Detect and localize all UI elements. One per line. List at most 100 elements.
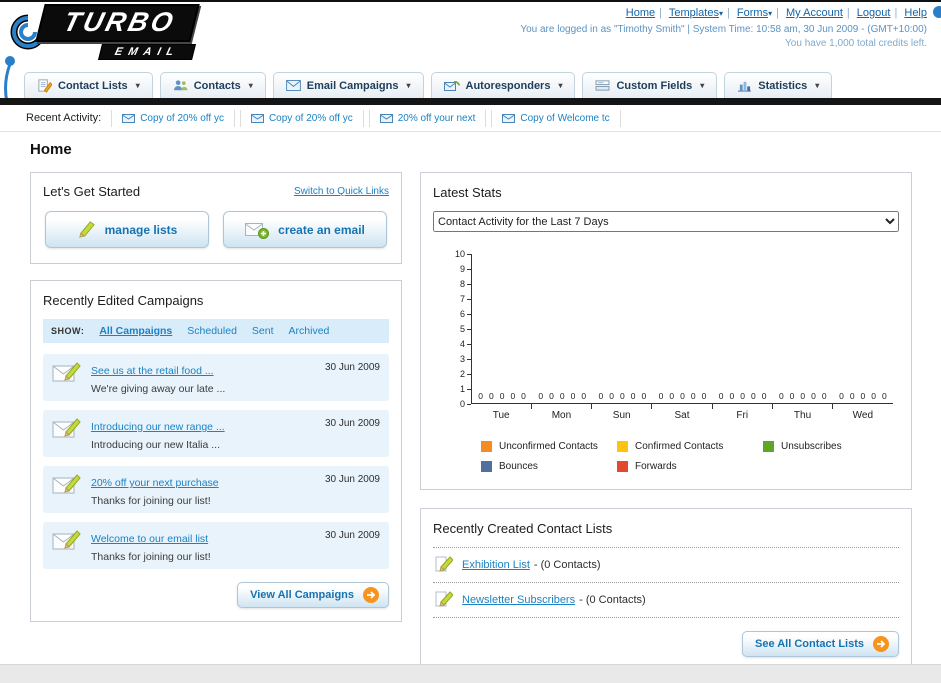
recent-activity-link[interactable]: Copy of 20% off yc <box>140 113 224 124</box>
campaign-row[interactable]: Introducing our new range ... Introducin… <box>43 410 389 457</box>
chevron-down-icon: ▾ <box>135 81 140 90</box>
separator: | <box>776 7 779 19</box>
filter-sent[interactable]: Sent <box>252 325 274 337</box>
tab-label: Custom Fields <box>616 79 693 92</box>
contact-list-items: Exhibition List - (0 Contacts) Newsletter… <box>433 547 899 618</box>
get-started-panel: Let's Get Started Switch to Quick Links … <box>30 172 402 264</box>
campaign-row[interactable]: 20% off your next purchase Thanks for jo… <box>43 466 389 513</box>
legend-item: Unsubscribes <box>763 441 893 452</box>
value-label: 0 <box>559 391 565 401</box>
link-my-account[interactable]: My Account <box>786 7 843 19</box>
header: TURBO EMAIL Home | Templates▾ | Forms▾ | My… <box>0 2 941 117</box>
value-label: 0 <box>871 391 877 401</box>
envelope-pencil-icon <box>52 474 81 494</box>
tab-contacts[interactable]: Contacts ▾ <box>159 72 266 98</box>
campaign-row[interactable]: Welcome to our email list Thanks for joi… <box>43 522 389 569</box>
envelope-pencil-icon <box>52 418 81 438</box>
switch-quick-links-link[interactable]: Switch to Quick Links <box>294 186 389 197</box>
create-email-label: create an email <box>278 222 365 237</box>
contact-list-count: - (0 Contacts) <box>533 559 601 571</box>
main-content: Home Let's Get Started Switch to Quick L… <box>0 133 941 671</box>
x-axis-label: Tue <box>492 410 510 421</box>
y-tick-label: 5 <box>460 324 471 334</box>
header-right: Home | Templates▾ | Forms▾ | My Account | Lo… <box>520 7 927 49</box>
tab-autoresponders[interactable]: Autoresponders ▾ <box>430 72 576 98</box>
campaign-filter-bar: SHOW: All Campaigns Scheduled Sent Archi… <box>43 319 389 343</box>
contact-list-link[interactable]: Exhibition List <box>462 559 530 571</box>
logo-primary-text: TURBO <box>35 4 200 42</box>
contact-list-item[interactable]: Newsletter Subscribers - (0 Contacts) <box>433 582 899 618</box>
stats-period-select[interactable]: Contact Activity for the Last 7 Days <box>433 211 899 232</box>
campaign-row[interactable]: See us at the retail food ... We're givi… <box>43 354 389 401</box>
value-label: 0 <box>789 391 795 401</box>
campaign-date: 30 Jun 2009 <box>324 474 380 485</box>
value-label: 0 <box>701 391 707 401</box>
tab-contact-lists[interactable]: Contact Lists ▾ <box>24 72 153 98</box>
see-all-contact-lists-button[interactable]: See All Contact Lists <box>741 631 899 657</box>
recent-activity-item[interactable]: 20% off your next <box>368 109 487 127</box>
value-label: 0 <box>751 391 756 401</box>
legend-swatch <box>481 441 492 452</box>
legend-swatch <box>481 461 492 472</box>
campaign-title-link[interactable]: Introducing our new range ... <box>91 421 225 433</box>
campaign-subtitle: Thanks for joining our list! <box>91 495 211 507</box>
y-tick-label: 10 <box>455 249 471 259</box>
latest-stats-title: Latest Stats <box>433 185 502 200</box>
value-label: 0 <box>478 391 483 401</box>
legend-swatch <box>617 441 628 452</box>
x-axis-label: Sat <box>674 410 690 421</box>
recent-activity-item[interactable]: Copy of 20% off yc <box>239 109 364 127</box>
campaign-subtitle: Thanks for joining our list! <box>91 551 211 563</box>
separator: | <box>726 7 730 19</box>
arrow-right-circle-icon <box>873 636 889 652</box>
chart-x-labels: Tue Mon Sun Sat Fri Thu Wed <box>471 404 893 421</box>
recent-activity-link[interactable]: Copy of Welcome tc <box>520 113 609 124</box>
y-tick-label: 0 <box>460 399 471 409</box>
page-title: Home <box>30 141 72 158</box>
value-labels: 00000 <box>719 391 767 401</box>
legend-label: Unsubscribes <box>781 441 842 452</box>
tab-statistics[interactable]: Statistics ▾ <box>724 72 833 98</box>
envelope-icon <box>122 113 136 123</box>
campaign-title-link[interactable]: See us at the retail food ... <box>91 365 214 377</box>
contact-list-count: - (0 Contacts) <box>579 594 646 606</box>
filter-all-campaigns[interactable]: All Campaigns <box>99 325 172 337</box>
recent-activity-link[interactable]: 20% off your next <box>398 113 476 124</box>
envelope-pencil-icon <box>52 362 81 382</box>
contact-list-item[interactable]: Exhibition List - (0 Contacts) <box>433 547 899 582</box>
form-fields-icon <box>596 80 610 91</box>
x-axis-label: Thu <box>793 410 812 421</box>
value-label: 0 <box>488 391 494 401</box>
manage-lists-button[interactable]: manage lists <box>45 211 209 248</box>
filter-archived[interactable]: Archived <box>289 325 330 337</box>
link-help[interactable]: Help <box>904 7 927 19</box>
x-axis-label: Mon <box>551 410 572 421</box>
contact-list-link[interactable]: Newsletter Subscribers <box>462 594 575 606</box>
utility-nav: Home | Templates▾ | Forms▾ | My Account | Lo… <box>520 7 927 19</box>
view-all-campaigns-button[interactable]: View All Campaigns <box>237 582 389 608</box>
recent-activity-link[interactable]: Copy of 20% off yc <box>269 113 353 124</box>
link-forms[interactable]: Forms <box>737 7 768 19</box>
tab-email-campaigns[interactable]: Email Campaigns ▾ <box>272 72 424 98</box>
pencil-page-icon <box>435 556 453 572</box>
create-email-button[interactable]: create an email <box>223 211 387 248</box>
show-label: SHOW: <box>51 326 85 336</box>
recent-activity-item[interactable]: Copy of 20% off yc <box>111 109 235 127</box>
campaign-title-link[interactable]: 20% off your next purchase <box>91 477 219 489</box>
contact-activity-chart: 10 9 8 7 6 5 4 3 2 1 0 000000000000000000000000000… <box>445 249 893 472</box>
recent-activity-item[interactable]: Copy of Welcome tc <box>491 109 621 127</box>
recent-contact-lists-title: Recently Created Contact Lists <box>433 521 613 536</box>
y-tick-label: 4 <box>460 339 471 349</box>
chart-category-group: 00000 <box>592 254 653 409</box>
campaign-title-link[interactable]: Welcome to our email list <box>91 533 208 545</box>
value-label: 0 <box>549 391 554 401</box>
value-label: 0 <box>690 391 696 401</box>
link-home[interactable]: Home <box>626 7 655 19</box>
tab-custom-fields[interactable]: Custom Fields ▾ <box>582 72 718 98</box>
link-templates[interactable]: Templates <box>669 7 719 19</box>
filter-scheduled[interactable]: Scheduled <box>187 325 237 337</box>
link-logout[interactable]: Logout <box>857 7 891 19</box>
y-tick-label: 8 <box>460 279 471 289</box>
campaign-subtitle: We're giving away our late ... <box>91 383 226 395</box>
value-label: 0 <box>680 391 685 401</box>
